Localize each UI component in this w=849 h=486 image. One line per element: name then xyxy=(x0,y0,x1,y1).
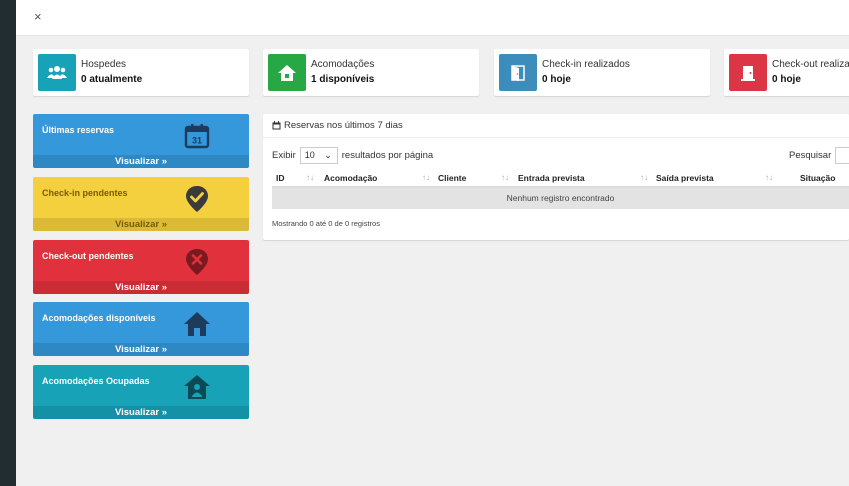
table-header: ID ↑↓ Acomodação ↑↓ Cliente ↑↓ Entrada p… xyxy=(272,167,849,188)
info-box-label: Check-in realizados xyxy=(542,59,630,70)
small-box-acomodacoes-ocupadas: Acomodações Ocupadas Visualizar » xyxy=(33,365,249,419)
panel-title: Reservas nos últimos 7 dias xyxy=(284,119,403,131)
column-entrada-prevista[interactable]: Entrada prevista xyxy=(518,173,585,183)
users-icon xyxy=(38,54,76,91)
column-cliente[interactable]: Cliente xyxy=(438,173,466,183)
small-box-label: Acomodações disponíveis xyxy=(42,313,156,323)
info-box-checkin: Check-in realizados 0 hoje xyxy=(494,49,710,96)
small-box-ultimas-reservas: Últimas reservas 31 Visualizar » xyxy=(33,114,249,168)
column-saida-prevista[interactable]: Saída prevista xyxy=(656,173,714,183)
length-suffix: resultados por página xyxy=(341,150,434,161)
sort-icon[interactable]: ↑↓ xyxy=(306,173,314,182)
sort-icon[interactable]: ↑↓ xyxy=(501,173,509,182)
visualizar-link[interactable]: Visualizar » xyxy=(33,406,249,419)
table-info: Mostrando 0 até 0 de 0 registros xyxy=(272,219,380,228)
small-box-label: Acomodações Ocupadas xyxy=(42,376,150,386)
chevron-down-icon: ⌄ xyxy=(324,150,332,160)
house-icon xyxy=(184,312,210,336)
info-box-value: 0 atualmente xyxy=(81,74,143,85)
house-user-icon xyxy=(184,375,210,399)
small-box-checkin-pendentes: Check-in pendentes Visualizar » xyxy=(33,177,249,231)
home-icon xyxy=(268,54,306,91)
length-prefix: Exibir xyxy=(272,150,296,161)
info-box-value: 1 disponíveis xyxy=(311,74,375,85)
calendar-day: 31 xyxy=(192,136,202,146)
panel-header: Reservas nos últimos 7 dias xyxy=(263,114,849,138)
column-acomodacao[interactable]: Acomodação xyxy=(324,173,377,183)
table-empty-row: Nenhum registro encontrado xyxy=(272,188,849,209)
info-box-label: Hospedes xyxy=(81,59,127,70)
info-box-label: Check-out realizados xyxy=(772,59,849,70)
visualizar-link[interactable]: Visualizar » xyxy=(33,343,249,356)
door-open-icon xyxy=(499,54,537,91)
info-box-acomodacoes: Acomodações 1 disponíveis xyxy=(263,49,479,96)
table-search: Pesquisar xyxy=(789,147,849,164)
column-situacao[interactable]: Situação xyxy=(800,173,835,183)
top-bar: × xyxy=(16,0,849,36)
info-box-label: Acomodações xyxy=(311,59,375,70)
info-box-checkout: Check-out realizados 0 hoje xyxy=(724,49,849,96)
small-box-label: Check-in pendentes xyxy=(42,188,128,198)
door-exit-icon xyxy=(729,54,767,91)
sort-icon[interactable]: ↑↓ xyxy=(765,173,773,182)
visualizar-link[interactable]: Visualizar » xyxy=(33,281,249,294)
info-box-value: 0 hoje xyxy=(542,74,571,85)
page-length-value: 10 xyxy=(304,150,315,160)
calendar-icon xyxy=(272,121,281,130)
small-box-acomodacoes-disponiveis: Acomodações disponíveis Visualizar » xyxy=(33,302,249,356)
calendar-icon: 31 xyxy=(184,124,210,149)
small-box-label: Últimas reservas xyxy=(42,125,115,135)
sidebar-strip xyxy=(0,0,16,486)
sort-icon[interactable]: ↑↓ xyxy=(640,173,648,182)
page-length-select[interactable]: 10 ⌄ xyxy=(299,147,338,164)
x-pin-icon xyxy=(186,249,208,275)
column-id[interactable]: ID xyxy=(276,173,285,183)
visualizar-link[interactable]: Visualizar » xyxy=(33,218,249,231)
check-pin-icon xyxy=(186,186,208,212)
info-box-value: 0 hoje xyxy=(772,74,801,85)
sort-icon[interactable]: ↑↓ xyxy=(422,173,430,182)
small-box-label: Check-out pendentes xyxy=(42,251,134,261)
search-input[interactable] xyxy=(835,147,849,164)
visualizar-link[interactable]: Visualizar » xyxy=(33,155,249,168)
small-box-checkout-pendentes: Check-out pendentes Visualizar » xyxy=(33,240,249,294)
close-icon[interactable]: × xyxy=(34,9,42,24)
table-length-control: Exibir 10 ⌄ resultados por página xyxy=(272,147,433,164)
info-box-hospedes: Hospedes 0 atualmente xyxy=(33,49,249,96)
search-label: Pesquisar xyxy=(789,150,832,161)
